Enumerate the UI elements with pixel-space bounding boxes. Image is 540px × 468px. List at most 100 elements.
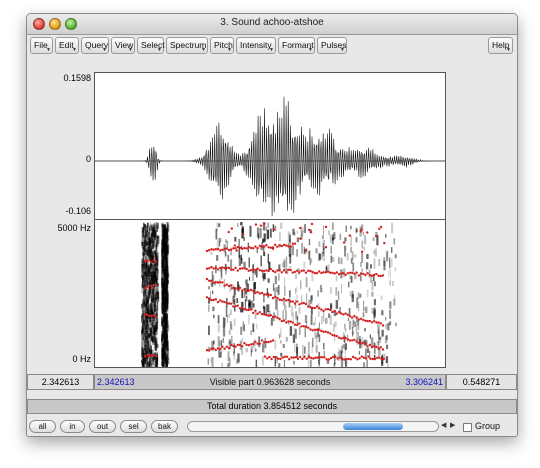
formant-point — [282, 269, 286, 272]
formant-point — [219, 281, 222, 284]
menu-edit[interactable]: Edit ▼ — [55, 37, 79, 54]
formant-point — [252, 289, 255, 293]
horizontal-scrollbar[interactable] — [187, 421, 439, 432]
formant-point — [291, 242, 294, 245]
formant-point — [370, 274, 374, 277]
formant-point — [368, 319, 371, 323]
dropdown-arrow-icon: ▼ — [308, 47, 313, 53]
scrollbar-thumb[interactable] — [343, 423, 403, 430]
zoom-out-button[interactable]: out — [89, 420, 116, 433]
zoom-back-button[interactable]: bak — [151, 420, 178, 433]
formant-point — [365, 357, 368, 360]
formant-point — [238, 286, 242, 290]
menu-view[interactable]: View ▼ — [111, 37, 135, 54]
formant-point — [293, 323, 297, 326]
formant-point — [148, 354, 151, 358]
formant-point — [331, 333, 334, 337]
formant-point — [143, 260, 147, 263]
formant-point — [271, 296, 275, 300]
formant-point — [381, 348, 385, 351]
zoom-selection-button[interactable]: sel — [120, 420, 147, 433]
zoom-in-button[interactable]: in — [60, 420, 85, 433]
formant-point — [287, 245, 290, 248]
formant-point — [351, 339, 354, 342]
formant-point — [360, 228, 363, 231]
total-duration-label: Total duration 3.854512 seconds — [206, 401, 338, 411]
formant-point — [278, 269, 281, 272]
formant-point — [252, 311, 255, 315]
menu-query[interactable]: Query ▼ — [81, 37, 109, 54]
formant-point — [238, 307, 242, 310]
formant-point — [208, 349, 211, 352]
menu-file[interactable]: File ▼ — [30, 37, 53, 54]
waveform-panel[interactable] — [94, 72, 446, 220]
menu-intensity[interactable]: Intensity ▼ — [236, 37, 276, 54]
scroll-right-icon[interactable]: ▶ — [450, 421, 455, 429]
menu-select[interactable]: Select ▼ — [137, 37, 165, 54]
formant-point — [234, 304, 237, 308]
formant-point — [309, 328, 312, 331]
formant-point — [219, 266, 222, 270]
formant-point — [258, 244, 261, 247]
group-checkbox[interactable] — [463, 423, 472, 432]
formant-point — [298, 322, 301, 325]
formant-point — [241, 345, 244, 348]
formant-point — [267, 246, 270, 249]
formant-point — [324, 271, 327, 274]
formant-point — [311, 306, 314, 310]
formant-point — [279, 357, 282, 361]
formant-point — [322, 330, 325, 333]
right-time-box[interactable]: 0.548271 — [446, 374, 517, 390]
formant-point — [205, 296, 209, 299]
formant-point — [326, 270, 330, 273]
formant-point — [344, 336, 347, 340]
formant-point — [265, 313, 268, 317]
left-time-box[interactable]: 2.342613 — [27, 374, 94, 390]
formant-point — [335, 312, 338, 315]
formant-point — [249, 288, 253, 291]
menu-help[interactable]: Help ▼ — [488, 37, 513, 54]
formant-point — [254, 245, 257, 248]
scroll-left-icon[interactable]: ◀ — [441, 421, 446, 429]
formant-point — [379, 322, 382, 325]
formant-point — [377, 321, 380, 324]
formant-point — [245, 308, 248, 312]
formant-point — [265, 340, 268, 344]
formant-point — [272, 228, 275, 231]
formant-point — [300, 269, 303, 272]
spectrogram-panel[interactable] — [94, 220, 446, 374]
formant-point — [225, 247, 228, 250]
formant-point — [249, 343, 253, 346]
dropdown-arrow-icon: ▼ — [157, 47, 162, 53]
formant-point — [311, 329, 314, 332]
formant-point — [329, 271, 332, 274]
formant-point — [212, 281, 215, 285]
formant-point — [285, 355, 289, 358]
formant-point — [373, 273, 376, 276]
formant-point — [223, 247, 226, 251]
formant-point — [243, 246, 246, 250]
visible-part-box[interactable]: 2.342613 Visible part 0.963628 seconds 3… — [94, 374, 446, 390]
formant-point — [293, 302, 297, 305]
formant-point — [212, 298, 215, 302]
menu-pitch[interactable]: Pitch ▼ — [210, 37, 234, 54]
formant-point — [370, 346, 374, 349]
visible-end-value: 3.306241 — [405, 377, 443, 387]
formant-point — [302, 325, 305, 328]
formant-point — [271, 269, 275, 273]
formant-point — [263, 355, 267, 358]
menu-bar: File ▼ Edit ▼ Query ▼ View ▼ Select ▼ Spectru… — [27, 35, 517, 57]
formant-point — [351, 355, 355, 359]
total-duration-box[interactable]: Total duration 3.854512 seconds — [27, 399, 517, 414]
formant-point — [316, 356, 319, 359]
menu-pulses[interactable]: Pulses ▼ — [317, 37, 347, 54]
formant-point — [307, 269, 310, 272]
dropdown-arrow-icon: ▼ — [201, 47, 206, 53]
formant-point — [221, 281, 224, 284]
formant-point — [208, 279, 211, 282]
menu-formant[interactable]: Formant ▼ — [278, 37, 315, 54]
zoom-all-button[interactable]: all — [29, 420, 56, 433]
menu-spectrum[interactable]: Spectrum ▼ — [166, 37, 208, 54]
formant-point — [208, 267, 211, 270]
formant-point — [221, 248, 224, 251]
